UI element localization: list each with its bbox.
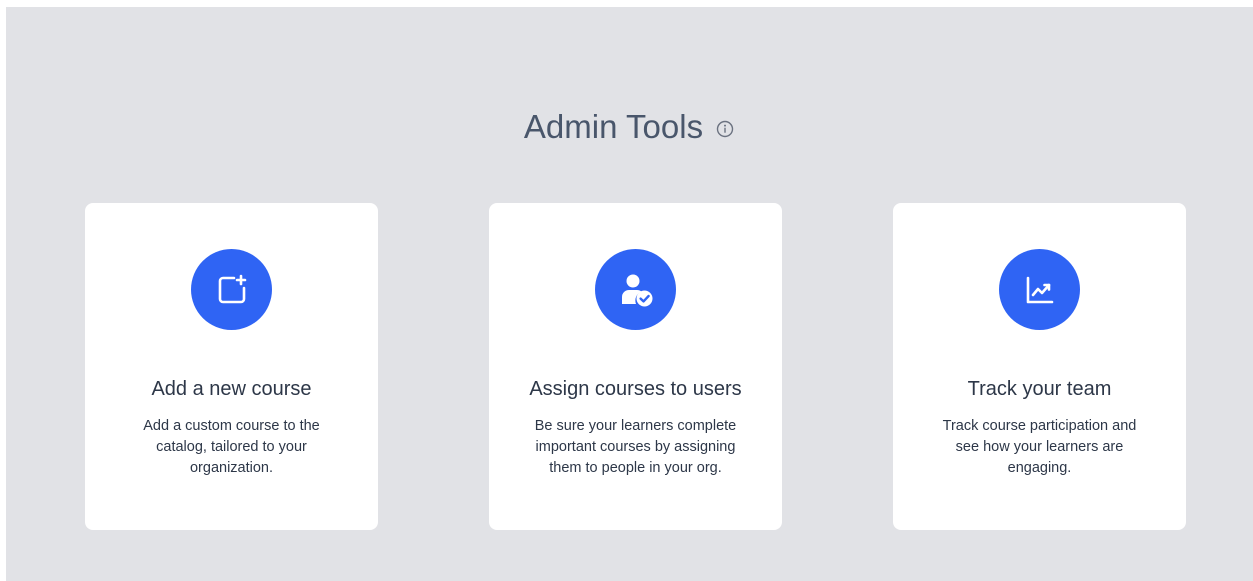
- assign-user-icon: [595, 249, 676, 330]
- card-description: Be sure your learners complete important…: [534, 418, 737, 476]
- track-team-card[interactable]: Track your team Track course participati…: [893, 203, 1186, 530]
- card-description: Track course participation and see how y…: [942, 418, 1137, 476]
- info-circle-icon[interactable]: [715, 119, 735, 139]
- card-title: Track your team: [967, 378, 1112, 400]
- card-title: Add a new course: [151, 378, 312, 400]
- admin-tools-heading: Admin Tools: [6, 107, 1253, 147]
- card-description: Add a custom course to the catalog, tail…: [143, 418, 320, 476]
- assign-courses-card[interactable]: Assign courses to users Be sure your lea…: [489, 203, 782, 530]
- card-title: Assign courses to users: [529, 378, 742, 400]
- add-course-icon: [191, 249, 272, 330]
- add-course-card[interactable]: Add a new course Add a custom course to …: [85, 203, 378, 530]
- admin-tools-panel: Admin Tools Add a new course Add a custo…: [6, 7, 1253, 581]
- page-title: Admin Tools: [523, 108, 704, 145]
- chart-trend-icon: [999, 249, 1080, 330]
